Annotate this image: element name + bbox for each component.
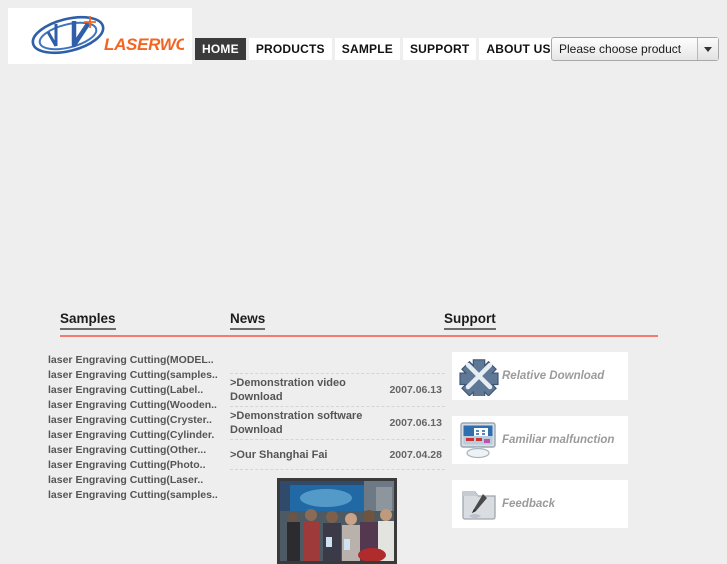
list-item[interactable]: laser Engraving Cutting(MODEL.. — [48, 353, 238, 368]
folder-pen-icon — [456, 482, 502, 526]
nav-item-about-us[interactable]: ABOUT US — [479, 38, 558, 60]
list-item[interactable]: laser Engraving Cutting(Cryster.. — [48, 413, 238, 428]
nav-item-home[interactable]: HOME — [195, 38, 246, 60]
list-item[interactable]: laser Engraving Cutting(Laser.. — [48, 473, 238, 488]
support-panel-relative-download[interactable]: Relative Download — [452, 352, 628, 400]
nav-item-products[interactable]: PRODUCTS — [248, 38, 332, 60]
logo-mark: LASERWORLD — [16, 12, 184, 60]
exhibition-group-photo — [277, 478, 397, 564]
list-item[interactable]: laser Engraving Cutting(Label.. — [48, 383, 238, 398]
product-select-value: Please choose product — [559, 42, 682, 56]
news-title[interactable]: >Our Shanghai Fai — [230, 448, 370, 462]
samples-list: laser Engraving Cutting(MODEL.. laser En… — [48, 353, 238, 503]
list-item[interactable]: laser Engraving Cutting(Cylinder. — [48, 428, 238, 443]
news-date: 2007.06.13 — [389, 417, 442, 429]
support-panel-label: Familiar malfunction — [502, 434, 615, 446]
support-panel-label: Relative Download — [502, 370, 605, 382]
nav-item-sample[interactable]: SAMPLE — [334, 38, 400, 60]
chevron-down-icon[interactable] — [697, 38, 718, 60]
list-item[interactable]: laser Engraving Cutting(Photo.. — [48, 458, 238, 473]
news-date: 2007.06.13 — [389, 384, 442, 396]
list-item[interactable]: laser Engraving Cutting(Other... — [48, 443, 238, 458]
nav-item-support[interactable]: SUPPORT — [402, 38, 477, 60]
support-panel-label: Feedback — [502, 498, 556, 510]
product-select[interactable]: Please choose product — [551, 37, 719, 61]
news-title[interactable]: >Demonstration software Download — [230, 409, 370, 437]
list-item[interactable]: laser Engraving Cutting(samples.. — [48, 368, 238, 383]
heading-samples: Samples — [60, 311, 116, 330]
support-panel-familiar-malfunction[interactable]: Familiar malfunction — [452, 416, 628, 464]
section-divider — [60, 335, 658, 337]
list-item[interactable]: laser Engraving Cutting(Wooden.. — [48, 398, 238, 413]
monitor-icon — [456, 418, 502, 462]
news-list: >Demonstration video Download 2007.06.13… — [230, 373, 445, 470]
news-item[interactable]: >Demonstration software Download 2007.06… — [230, 407, 445, 440]
news-item[interactable]: >Our Shanghai Fai 2007.04.28 — [230, 440, 445, 470]
heading-news: News — [230, 311, 266, 330]
support-panel-feedback[interactable]: Feedback — [452, 480, 628, 528]
list-item[interactable]: laser Engraving Cutting(samples.. — [48, 488, 238, 503]
news-date: 2007.04.28 — [389, 448, 442, 461]
site-logo[interactable]: LASERWORLD — [8, 8, 192, 64]
heading-support: Support — [444, 311, 496, 330]
site-header: LASERWORLD HOME PRODUCTS SAMPLE SUPPORT … — [0, 0, 727, 68]
support-panels: Relative Download Familiar malfunction F… — [452, 352, 628, 544]
news-item[interactable]: >Demonstration video Download 2007.06.13 — [230, 373, 445, 407]
laserworld-logo-icon: LASERWORLD — [31, 15, 184, 55]
news-title[interactable]: >Demonstration video Download — [230, 376, 370, 404]
group-photo-image — [280, 481, 394, 561]
svg-text:LASERWORLD: LASERWORLD — [104, 35, 184, 54]
download-cross-icon — [456, 354, 502, 398]
